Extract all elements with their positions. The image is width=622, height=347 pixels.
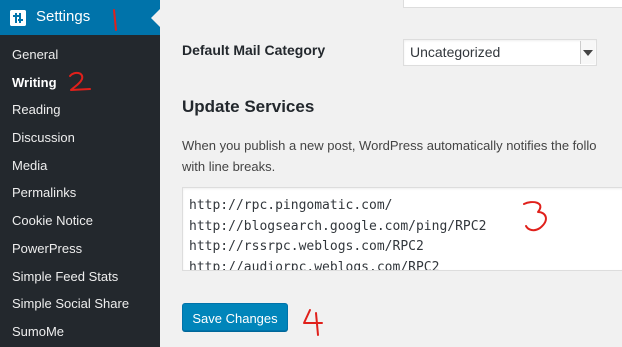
default-mail-category-select[interactable]: Uncategorized xyxy=(403,39,597,66)
sidebar-item-cookie-notice[interactable]: Cookie Notice xyxy=(0,207,160,235)
default-mail-category-value: Uncategorized xyxy=(410,44,501,60)
admin-sidebar: Settings General Writing Reading Discuss… xyxy=(0,0,160,347)
settings-submenu: General Writing Reading Discussion Media… xyxy=(0,41,160,346)
settings-sliders-icon xyxy=(10,10,26,26)
sidebar-item-simple-feed-stats[interactable]: Simple Feed Stats xyxy=(0,263,160,291)
sidebar-item-reading[interactable]: Reading xyxy=(0,96,160,124)
sidebar-item-powerpress[interactable]: PowerPress xyxy=(0,235,160,263)
ping-site-line: http://audiorpc.weblogs.com/RPC2 xyxy=(189,259,440,271)
update-services-description-line1: When you publish a new post, WordPress a… xyxy=(182,138,597,153)
settings-main: Default Mail Category Uncategorized Upda… xyxy=(160,0,622,347)
sidebar-item-media[interactable]: Media xyxy=(0,152,160,180)
default-mail-category-label: Default Mail Category xyxy=(182,42,326,58)
current-indicator-arrow xyxy=(151,9,160,27)
ping-site-line: http://rpc.pingomatic.com/ xyxy=(189,198,393,213)
sidebar-item-writing[interactable]: Writing xyxy=(0,69,160,97)
save-changes-button[interactable]: Save Changes xyxy=(182,303,288,331)
ping-sites-textarea[interactable]: http://rpc.pingomatic.com/ http://blogse… xyxy=(182,187,622,271)
sidebar-item-general[interactable]: General xyxy=(0,41,160,69)
sidebar-item-settings-label: Settings xyxy=(36,8,91,25)
sidebar-item-settings[interactable]: Settings xyxy=(0,0,160,35)
update-services-description-line2: with line breaks. xyxy=(182,158,276,174)
ping-site-line: http://blogsearch.google.com/ping/RPC2 xyxy=(189,218,487,234)
previous-field[interactable] xyxy=(403,0,622,8)
sidebar-item-discussion[interactable]: Discussion xyxy=(0,124,160,152)
sidebar-item-permalinks[interactable]: Permalinks xyxy=(0,179,160,207)
sidebar-item-simple-social-share[interactable]: Simple Social Share xyxy=(0,290,160,318)
chevron-down-icon[interactable] xyxy=(580,41,595,64)
update-services-description: When you publish a new post, WordPress a… xyxy=(182,136,622,177)
ping-site-line: http://rssrpc.weblogs.com/RPC2 xyxy=(189,239,424,254)
sidebar-item-sumome[interactable]: SumoMe xyxy=(0,318,160,346)
update-services-heading: Update Services xyxy=(182,97,315,116)
